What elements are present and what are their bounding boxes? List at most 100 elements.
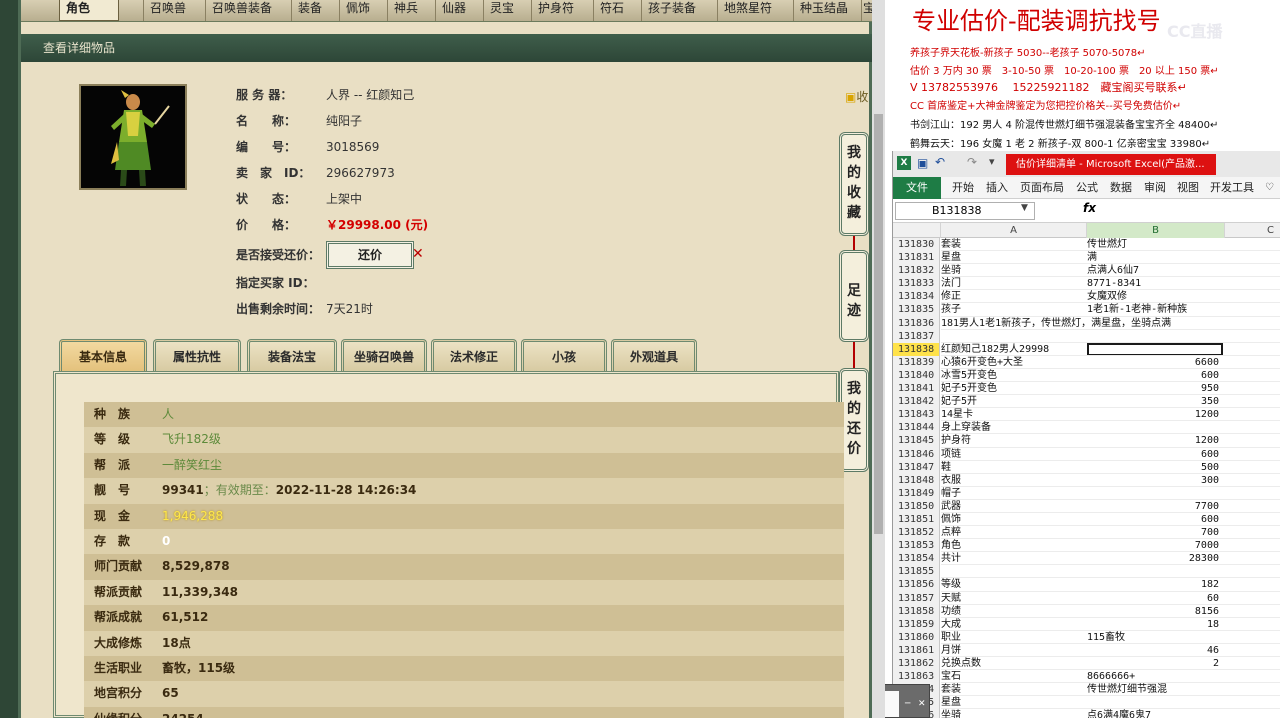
sheet-row[interactable]: 131853 角色 7000 — [893, 539, 1280, 553]
sheet-row[interactable]: 131866坐骑点6满4魔6鬼7 — [893, 709, 1280, 718]
close-icon[interactable]: ✕ — [412, 246, 424, 262]
row-number[interactable]: 131850 — [893, 499, 940, 513]
row-number[interactable]: 131841 — [893, 382, 940, 396]
row-number[interactable]: 131842 — [893, 395, 940, 409]
sheet-row[interactable]: 131847 鞋 500 — [893, 460, 1280, 474]
tab-mount-summon[interactable]: 坐骑召唤兽 — [341, 339, 427, 373]
row-number[interactable]: 131852 — [893, 526, 940, 540]
row-number[interactable]: 131861 — [893, 643, 940, 657]
sheet-row[interactable]: 131832 坐骑 点满人6仙7 — [893, 264, 1280, 278]
sheet-row[interactable]: 131862 兑换点数 2 — [893, 657, 1280, 671]
tab-spell-correction[interactable]: 法术修正 — [431, 339, 517, 373]
row-number[interactable]: 131831 — [893, 251, 940, 265]
row-number[interactable]: 131855 — [893, 565, 940, 579]
customize-toolbar-icon[interactable]: ▾ — [989, 155, 995, 168]
top-tab-jade-crystal[interactable]: 种玉结晶 — [793, 0, 869, 21]
undo-icon[interactable]: ↶ — [935, 155, 945, 169]
footprint-button[interactable]: 足迹 — [839, 250, 869, 342]
tab-attributes[interactable]: 属性抗性 — [153, 339, 241, 373]
sheet-row[interactable]: 131854 共计 28300 — [893, 552, 1280, 566]
tab-page-layout[interactable]: 页面布局 — [1020, 177, 1064, 199]
sheet-row[interactable]: 131851 佩饰 600 — [893, 512, 1280, 527]
row-number[interactable]: 131843 — [893, 408, 940, 422]
sheet-row[interactable]: 131838 红颜知己182男人29998 — [893, 342, 1280, 356]
sheet-row[interactable]: 131842 妃子5开 350 — [893, 395, 1280, 409]
row-number[interactable]: 131853 — [893, 539, 940, 553]
row-number[interactable]: 131832 — [893, 264, 940, 278]
tab-file[interactable]: 文件 — [893, 177, 941, 199]
save-icon[interactable]: ▣ — [917, 156, 928, 170]
page-scrollbar[interactable] — [872, 0, 885, 718]
sheet-row[interactable]: 131843 14星卡 1200 — [893, 408, 1280, 422]
tab-formulas[interactable]: 公式 — [1076, 177, 1098, 199]
sheet-row[interactable]: 131841 妃子5开变色 950 — [893, 382, 1280, 396]
sheet-row[interactable]: 131856 等级 182 — [893, 578, 1280, 592]
insert-function-icon[interactable]: fx — [1083, 201, 1096, 215]
name-box[interactable]: B131838 — [895, 202, 1035, 220]
row-number[interactable]: 131860 — [893, 630, 940, 644]
row-number[interactable]: 131858 — [893, 604, 940, 618]
sheet-row[interactable]: 131865星盘 — [893, 696, 1280, 710]
bargain-button[interactable]: 还价 — [326, 241, 414, 269]
chevron-down-icon[interactable]: ▼ — [1021, 203, 1028, 213]
sheet-row[interactable]: 131837 — [893, 329, 1280, 343]
sheet-row[interactable]: 131849 帽子 — [893, 486, 1280, 500]
sheet-row[interactable]: 131864套装传世燃灯细节强混 — [893, 683, 1280, 697]
close-icon[interactable]: ✕ — [918, 699, 926, 709]
row-number[interactable]: 131834 — [893, 290, 940, 304]
redo-icon[interactable]: ↷ — [967, 155, 977, 169]
tab-equipment[interactable]: 装备法宝 — [247, 339, 337, 373]
top-tab-child-equip[interactable]: 孩子装备 — [641, 0, 717, 21]
row-number[interactable]: 131837 — [893, 329, 940, 343]
row-number[interactable]: 131851 — [893, 512, 940, 527]
sheet-row[interactable]: 131845 护身符 1200 — [893, 434, 1280, 448]
sheet-grid[interactable]: 131830 套装 传世燃灯 131831 星盘满 131832 坐骑 点满人6仙7 13183… — [893, 238, 1280, 718]
tab-child[interactable]: 小孩 — [521, 339, 607, 373]
top-tab-role[interactable]: 角色 — [59, 0, 119, 21]
sheet-row[interactable]: 131830 套装 传世燃灯 — [893, 238, 1280, 252]
row-number[interactable]: 131859 — [893, 617, 940, 631]
sheet-row[interactable]: 131850 武器 7700 — [893, 499, 1280, 513]
column-header-b[interactable]: B — [1087, 223, 1225, 238]
sheet-row[interactable]: 131839 心猿6开变色+大圣 6600 — [893, 355, 1280, 369]
top-tab-divine-weapon[interactable]: 神兵 — [387, 0, 435, 21]
row-number[interactable]: 131862 — [893, 657, 940, 671]
sheet-row[interactable]: 131859 大成 18 — [893, 617, 1280, 631]
row-number[interactable]: 131830 — [893, 238, 940, 252]
top-tab-amulet[interactable]: 护身符 — [531, 0, 593, 21]
sheet-row[interactable]: 131840 冰雪5开变色 600 — [893, 368, 1280, 383]
row-number[interactable]: 131857 — [893, 591, 940, 605]
minimize-icon[interactable]: ─ — [905, 699, 910, 709]
my-favorites-button[interactable]: 我的收藏 — [839, 132, 869, 236]
cell-a[interactable]: 坐骑 — [941, 709, 1085, 718]
row-number[interactable]: 131836 — [893, 316, 940, 330]
scrollbar-thumb[interactable] — [874, 114, 883, 534]
floating-mini-window[interactable]: ─ ✕ — [885, 684, 930, 718]
row-number[interactable]: 131835 — [893, 303, 940, 317]
tab-basic-info[interactable]: 基本信息 — [59, 339, 147, 373]
top-tab-spirit-treasure[interactable]: 灵宝 — [483, 0, 531, 21]
row-number[interactable]: 131848 — [893, 473, 940, 487]
column-header-c[interactable]: C — [1225, 223, 1280, 238]
sheet-row[interactable]: 131863 宝石 8666666+ — [893, 670, 1280, 684]
column-header-a[interactable]: A — [941, 223, 1087, 238]
tab-insert[interactable]: 插入 — [986, 177, 1008, 199]
tab-view[interactable]: 视图 — [1177, 177, 1199, 199]
tab-data[interactable]: 数据 — [1110, 177, 1132, 199]
top-tab-equip[interactable]: 装备 — [291, 0, 339, 21]
top-tab-star-rune[interactable]: 地煞星符 — [717, 0, 793, 21]
select-all-corner[interactable] — [893, 223, 941, 238]
heart-icon[interactable]: ♡ — [1265, 177, 1274, 199]
row-number[interactable]: 131849 — [893, 486, 940, 500]
row-number[interactable]: 131863 — [893, 670, 940, 684]
sheet-row[interactable]: 131848 衣服 300 — [893, 473, 1280, 487]
row-number[interactable]: 131839 — [893, 355, 940, 369]
sheet-row[interactable]: 131858 功绩 8156 — [893, 604, 1280, 618]
sheet-row[interactable]: 131836 181男人1老1新孩子，传世燃灯，满星盘，坐骑点满 — [893, 316, 1280, 330]
row-number[interactable]: 131833 — [893, 277, 940, 291]
row-number[interactable]: 131856 — [893, 578, 940, 592]
sheet-row[interactable]: 131861 月饼 46 — [893, 643, 1280, 657]
top-tab-ornament[interactable]: 佩饰 — [339, 0, 387, 21]
sheet-row[interactable]: 131852 点粹 700 — [893, 526, 1280, 540]
row-number[interactable]: 131838 — [893, 342, 940, 356]
